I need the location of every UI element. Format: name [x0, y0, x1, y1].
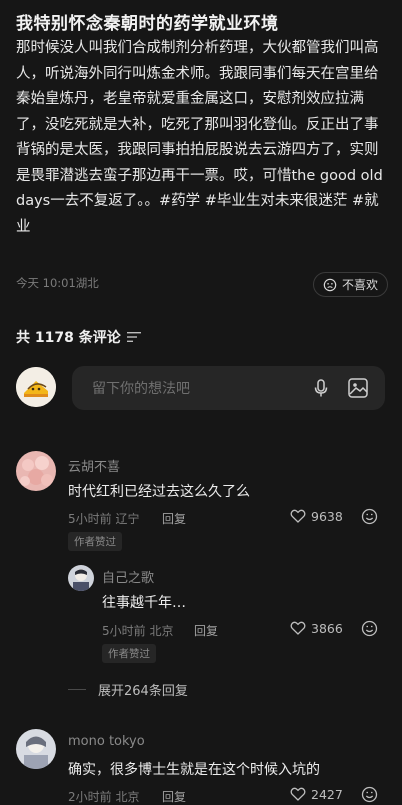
comment-username[interactable]: mono tokyo — [68, 734, 145, 749]
like-count: 2427 — [311, 786, 343, 802]
emoji-icon[interactable] — [361, 786, 378, 803]
comment-text: 确实，很多博士生就是在这个时候入坑的 — [68, 762, 320, 778]
dislike-label: 不喜欢 — [341, 278, 378, 292]
like-button[interactable]: 3866 — [290, 620, 343, 636]
like-count: 9638 — [311, 508, 343, 524]
image-icon[interactable] — [347, 377, 369, 399]
reply-button[interactable]: 回复 — [194, 622, 218, 639]
comment-text: 时代红利已经过去这么久了么 — [68, 484, 250, 500]
like-button[interactable]: 9638 — [290, 508, 343, 524]
emoji-icon[interactable] — [361, 620, 378, 637]
author-liked-badge: 作者赞过 — [68, 532, 122, 551]
heart-icon — [290, 509, 306, 523]
expand-replies-label: 展开264条回复 — [98, 684, 188, 699]
sort-icon[interactable] — [126, 331, 141, 343]
user-avatar[interactable] — [16, 729, 56, 769]
heart-icon — [290, 621, 306, 635]
user-avatar[interactable] — [16, 451, 56, 491]
comment-input-box[interactable] — [72, 366, 385, 412]
emoji-icon[interactable] — [361, 508, 378, 525]
mic-icon[interactable] — [311, 378, 331, 398]
comment-count[interactable]: 共 1178 条评论 — [16, 327, 141, 347]
user-avatar[interactable] — [68, 565, 94, 591]
expand-replies-button[interactable]: 展开264条回复 — [68, 680, 188, 699]
post-title: 我特别怀念秦朝时的药学就业环境 — [16, 14, 279, 34]
comment-text: 往事越千年… — [102, 595, 186, 611]
post-meta: 今天 10:01湖北 — [16, 276, 99, 290]
dislike-button[interactable]: 不喜欢 — [312, 272, 388, 297]
reply-button[interactable]: 回复 — [162, 788, 186, 805]
comment-time: 5小时前 辽宁 — [68, 512, 140, 526]
comment-username[interactable]: 自己之歌 — [102, 567, 154, 586]
dislike-face-icon — [323, 278, 337, 291]
reply-button[interactable]: 回复 — [162, 510, 186, 527]
self-avatar[interactable] — [16, 367, 56, 407]
comment-time: 2小时前 北京 — [68, 790, 140, 804]
divider — [68, 689, 86, 690]
comment-count-label: 共 1178 条评论 — [16, 330, 121, 346]
like-count: 3866 — [311, 620, 343, 636]
comment-input[interactable] — [90, 366, 294, 412]
comment-username[interactable]: 云胡不喜 — [68, 456, 120, 475]
author-liked-badge: 作者赞过 — [102, 644, 156, 663]
comment-time: 5小时前 北京 — [102, 624, 174, 638]
post-body: 那时候没人叫我们合成制剂分析药理，大伙都管我们叫高人，听说海外同行叫炼金术师。我… — [16, 40, 383, 235]
